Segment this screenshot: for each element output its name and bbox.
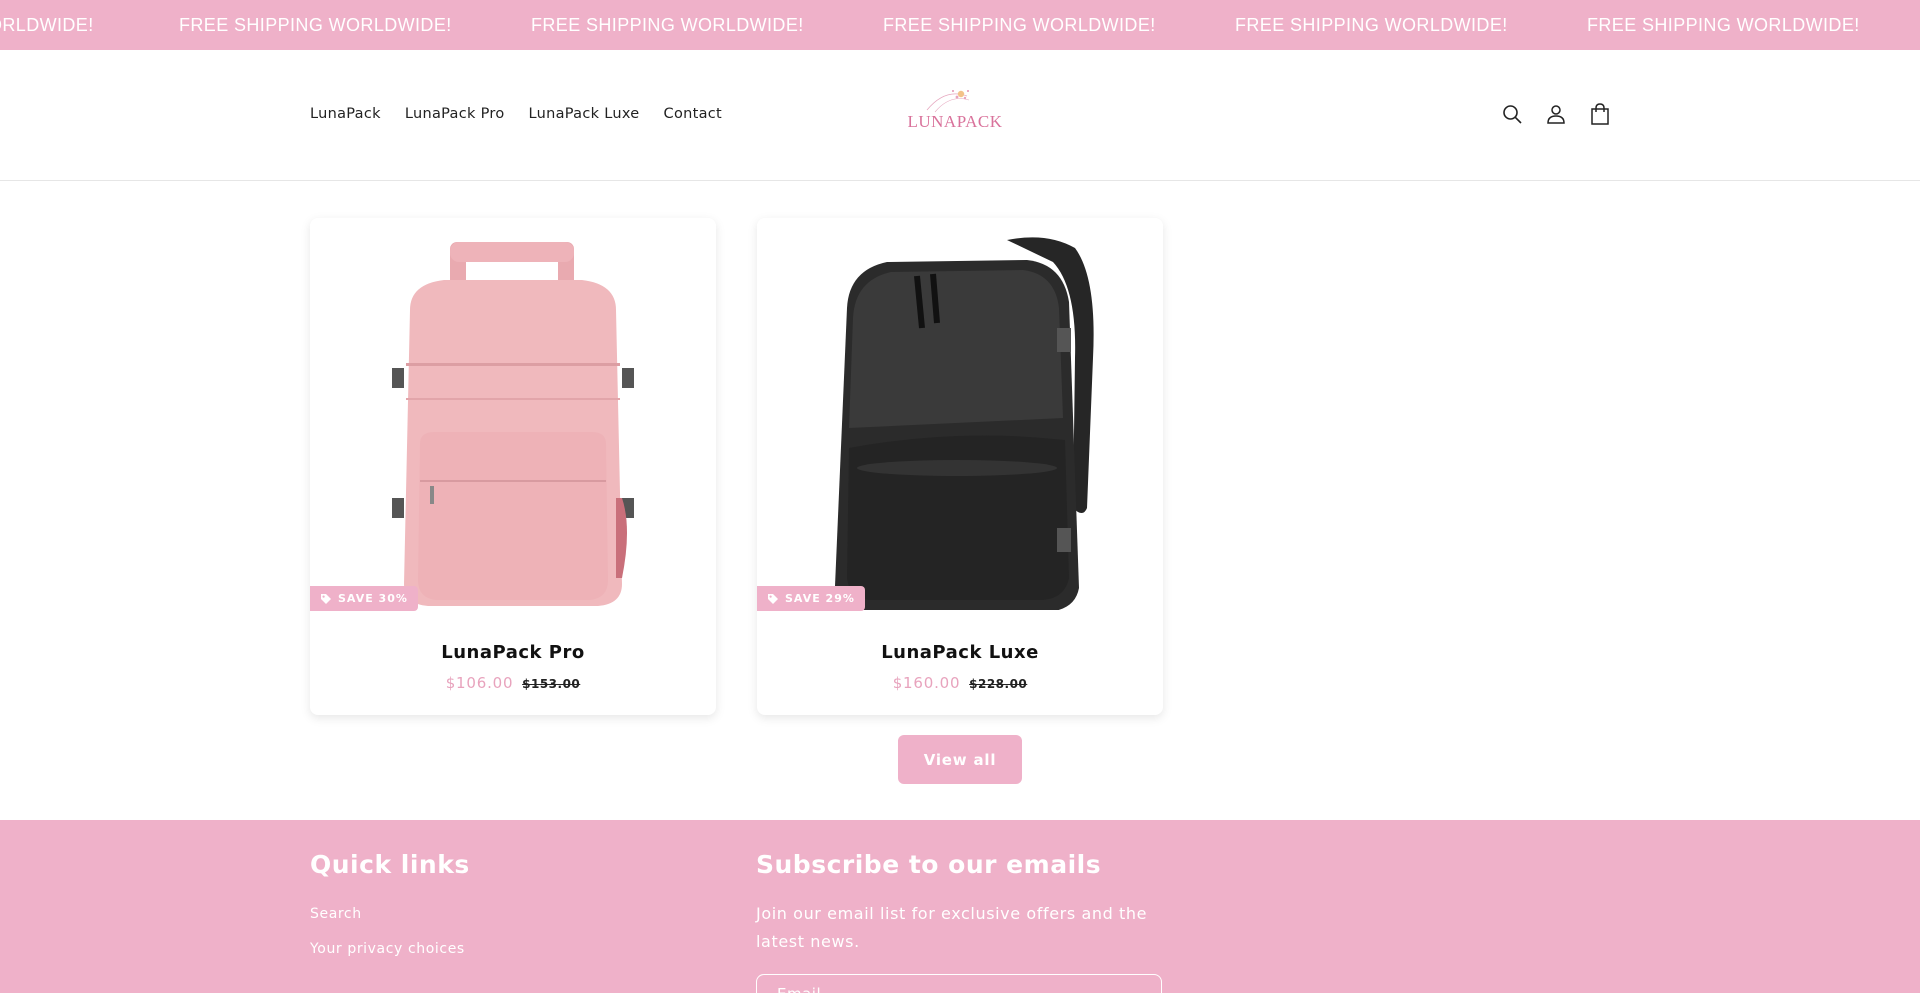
product-card[interactable]: SAVE 29% LunaPack Luxe $160.00 $228.00	[757, 218, 1163, 715]
announcement-marquee: ORLDWIDE! FREE SHIPPING WORLDWIDE! FREE …	[0, 0, 1920, 50]
tag-icon	[321, 593, 331, 604]
product-title[interactable]: LunaPack Luxe	[757, 642, 1163, 663]
account-icon[interactable]	[1544, 102, 1568, 126]
product-image[interactable]: SAVE 29%	[757, 218, 1163, 612]
sale-badge-text: SAVE 30%	[338, 592, 408, 605]
site-logo[interactable]: LUNAPACK	[905, 80, 1005, 150]
announcement-text: FREE SHIPPING WORLDWIDE!	[1587, 14, 1860, 35]
sale-badge-text: SAVE 29%	[785, 592, 855, 605]
site-header: LunaPack LunaPack Pro LunaPack Luxe Cont…	[0, 50, 1920, 181]
nav-link-lunapack[interactable]: LunaPack	[310, 106, 381, 122]
email-placeholder: Email	[777, 985, 821, 993]
product-price: $106.00 $153.00	[310, 674, 716, 692]
email-field[interactable]: Email	[756, 974, 1162, 993]
announcement-text: FREE SHIPPING WORLDWIDE!	[883, 14, 1156, 35]
product-card[interactable]: SAVE 30% LunaPack Pro $106.00 $153.00	[310, 218, 716, 715]
nav-link-lunapack-pro[interactable]: LunaPack Pro	[405, 106, 505, 122]
sale-price: $160.00	[892, 674, 961, 692]
search-icon[interactable]	[1500, 102, 1524, 126]
logo-text: LUNAPACK	[907, 112, 1003, 131]
main-nav: LunaPack LunaPack Pro LunaPack Luxe Cont…	[310, 106, 746, 122]
subscribe-heading: Subscribe to our emails	[756, 850, 1102, 879]
header-icons	[1500, 102, 1612, 126]
tag-icon	[768, 593, 778, 604]
announcement-text: FREE SHIPPING WORLDWIDE!	[1235, 14, 1508, 35]
footer-link-search[interactable]: Search	[310, 906, 362, 922]
black-backpack-image	[835, 237, 1094, 612]
product-title[interactable]: LunaPack Pro	[310, 642, 716, 663]
pink-backpack-image	[392, 242, 634, 606]
subscribe-description: Join our email list for exclusive offers…	[756, 904, 1148, 951]
logo-mark-icon	[926, 90, 970, 113]
announcement-text: FREE SHIPPING WORLDWIDE!	[531, 14, 804, 35]
view-all-button[interactable]: View all	[898, 735, 1022, 784]
footer-link-privacy[interactable]: Your privacy choices	[310, 941, 465, 957]
product-price: $160.00 $228.00	[757, 674, 1163, 692]
nav-link-lunapack-luxe[interactable]: LunaPack Luxe	[529, 106, 640, 122]
compare-price: $153.00	[522, 677, 581, 691]
sale-price: $106.00	[445, 674, 514, 692]
announcement-bar: ORLDWIDE! FREE SHIPPING WORLDWIDE! FREE …	[0, 0, 1920, 50]
quick-links-heading: Quick links	[310, 850, 470, 879]
sale-badge: SAVE 29%	[757, 586, 865, 611]
product-image[interactable]: SAVE 30%	[310, 218, 716, 611]
cart-icon[interactable]	[1588, 102, 1612, 126]
nav-link-contact[interactable]: Contact	[664, 106, 723, 122]
compare-price: $228.00	[969, 677, 1028, 691]
announcement-text: ORLDWIDE!	[0, 14, 94, 35]
announcement-text: FREE SHIPPING WORLDWIDE!	[179, 14, 452, 35]
sale-badge: SAVE 30%	[310, 586, 418, 611]
